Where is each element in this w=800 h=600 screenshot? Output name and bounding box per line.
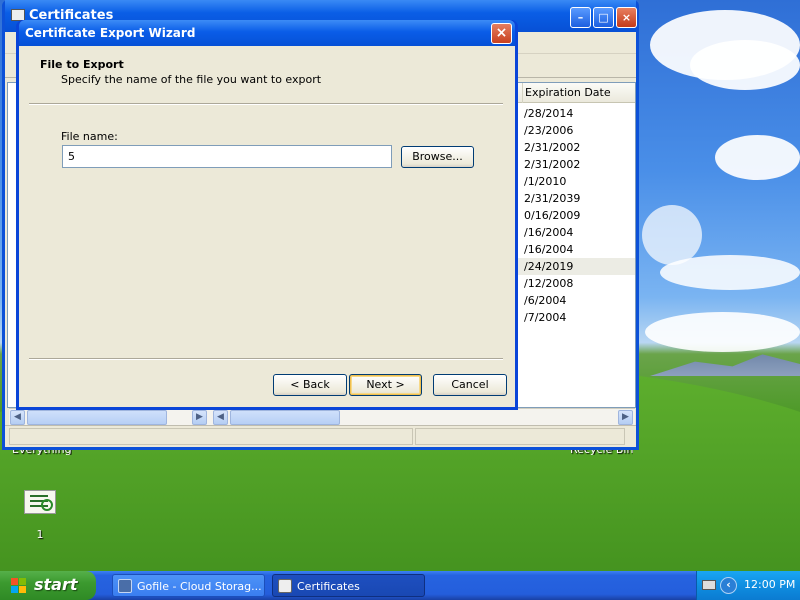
wizard-header: File to Export Specify the name of the f… (19, 46, 515, 104)
windows-logo-icon (11, 578, 27, 594)
certificate-icon (278, 579, 292, 593)
scroll-thumb[interactable] (230, 410, 340, 425)
desktop-certificate-icon[interactable]: 1 (22, 490, 58, 541)
wizard-title-bar[interactable]: Certificate Export Wizard × (19, 20, 515, 46)
scroll-left-icon[interactable]: ◀ (10, 410, 25, 425)
distant-mountains (650, 354, 800, 376)
desktop-icon-label: 1 (36, 528, 44, 541)
wizard-title: Certificate Export Wizard (25, 26, 196, 40)
show-hidden-icons-icon[interactable]: ‹ (720, 577, 737, 594)
wizard-close-button[interactable]: × (491, 23, 512, 44)
file-name-input[interactable] (62, 145, 392, 168)
status-segment (415, 428, 625, 445)
horizontal-scrollbar[interactable]: ◀ ▶ ◀ ▶ (9, 408, 635, 425)
cloud (715, 135, 800, 180)
scroll-left-icon[interactable]: ◀ (213, 410, 228, 425)
header-separator (29, 103, 503, 105)
minimize-button[interactable]: – (570, 7, 591, 28)
wizard-content: File to Export Specify the name of the f… (19, 46, 515, 407)
start-label: start (34, 575, 78, 594)
taskbar-item-label: Certificates (297, 580, 360, 593)
taskbar-item-gofile[interactable]: Gofile - Cloud Storag... (112, 574, 265, 597)
maximize-button[interactable]: □ (593, 7, 614, 28)
browse-button[interactable]: Browse... (401, 146, 474, 168)
start-button[interactable]: start (0, 571, 96, 600)
taskbar-item-label: Gofile - Cloud Storag... (137, 580, 262, 593)
scroll-right-icon[interactable]: ▶ (192, 410, 207, 425)
back-button[interactable]: < Back (273, 374, 347, 396)
system-tray: ‹ 12:00 PM (696, 571, 800, 600)
certificate-icon (24, 490, 56, 514)
cancel-button[interactable]: Cancel (433, 374, 507, 396)
browser-icon (118, 579, 132, 593)
scroll-thumb[interactable] (27, 410, 167, 425)
next-button[interactable]: Next > (349, 374, 422, 396)
footer-separator (29, 358, 503, 360)
certificate-export-wizard: Certificate Export Wizard × File to Expo… (16, 20, 518, 410)
close-button[interactable]: × (616, 7, 637, 28)
clock[interactable]: 12:00 PM (744, 578, 795, 591)
scroll-right-icon[interactable]: ▶ (618, 410, 633, 425)
column-header-expiration-date[interactable]: Expiration Date (522, 83, 611, 103)
file-name-label: File name: (61, 130, 118, 143)
keyboard-icon[interactable] (702, 580, 716, 590)
cloud (642, 205, 702, 265)
cloud (645, 312, 800, 352)
taskbar-item-certificates[interactable]: Certificates (272, 574, 425, 597)
cloud (660, 255, 800, 290)
taskbar: start Gofile - Cloud Storag... Certifica… (0, 571, 800, 600)
wizard-step-subtitle: Specify the name of the file you want to… (61, 73, 322, 86)
wizard-step-title: File to Export (40, 58, 124, 71)
status-segment (9, 428, 413, 445)
status-bar (5, 425, 636, 447)
cloud (690, 40, 800, 90)
